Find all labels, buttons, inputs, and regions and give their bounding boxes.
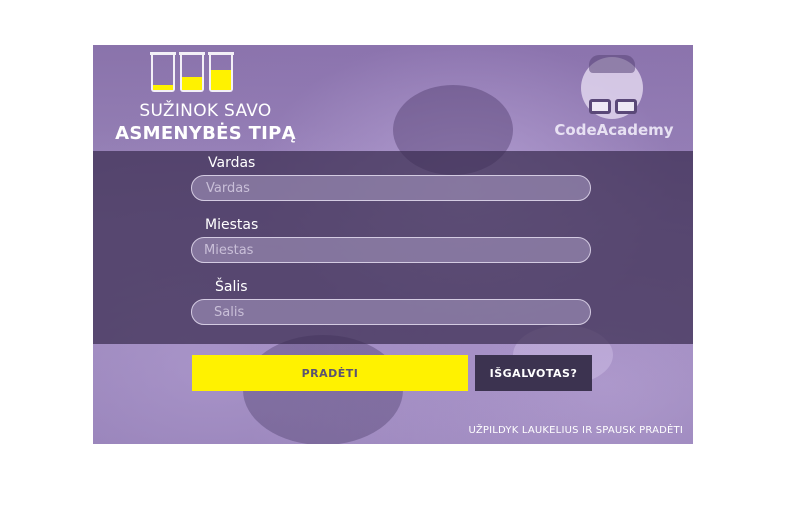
quiz-card: SUŽINOK SAVO ASMENYBĖS TIPĄ CodeAcademy … [93, 45, 693, 444]
made-up-button[interactable]: IŠGALVOTAS? [475, 355, 592, 391]
hair-shape [589, 55, 635, 73]
form-panel: Vardas Miestas Šalis [93, 151, 693, 344]
glass-icon [179, 52, 205, 92]
glass-fill-1 [153, 84, 173, 90]
name-label: Vardas [208, 155, 256, 171]
glass-fill-3 [211, 70, 231, 90]
city-input[interactable] [191, 237, 591, 263]
country-input[interactable] [191, 299, 591, 325]
footer-hint: UŽPILDYK LAUKELIUS IR SPAUSK PRADĖTI [468, 425, 683, 436]
glasses-lens-left [589, 99, 611, 114]
page-title-line2: ASMENYBĖS TIPĄ [115, 123, 296, 144]
city-label: Miestas [205, 217, 259, 233]
brand-name: CodeAcademy [554, 121, 674, 139]
header-logo: SUŽINOK SAVO ASMENYBĖS TIPĄ [113, 50, 298, 145]
glass-icon [150, 52, 176, 92]
country-label: Šalis [215, 279, 248, 295]
start-button[interactable]: PRADĖTI [192, 355, 468, 391]
glass-fill-2 [182, 77, 202, 90]
brand-logo: CodeAcademy [549, 55, 679, 143]
page-title-line1: SUŽINOK SAVO [139, 101, 272, 121]
glasses-lens-right [615, 99, 637, 114]
name-input[interactable] [191, 175, 591, 201]
glass-icon [208, 52, 234, 92]
